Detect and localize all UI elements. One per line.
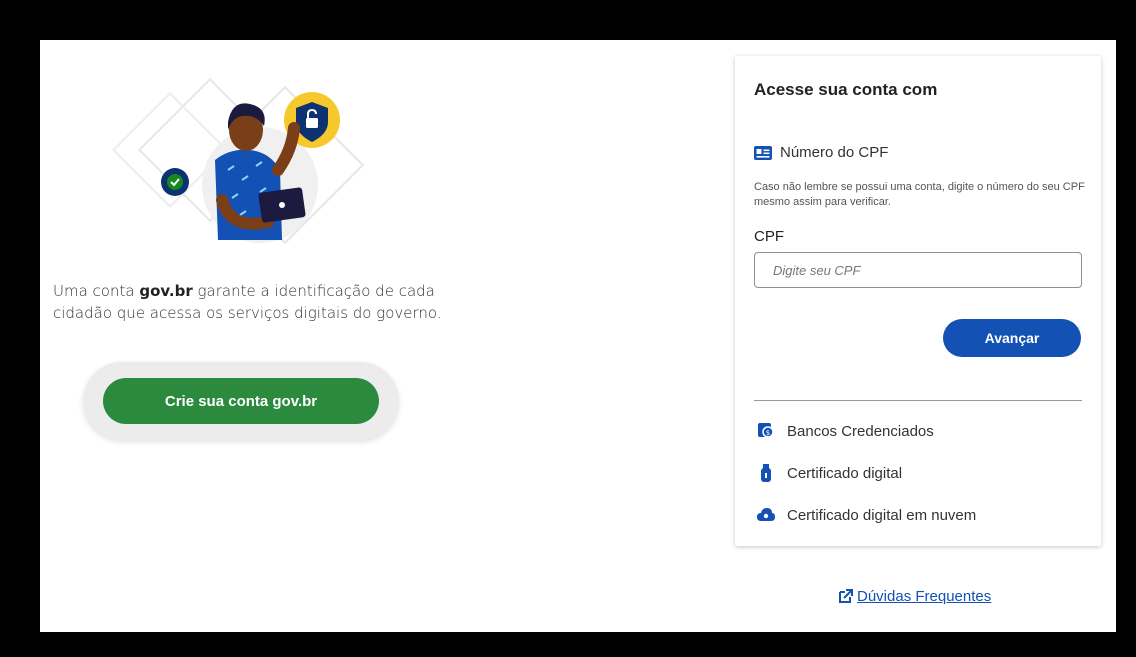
faq-link-label: Dúvidas Frequentes <box>857 588 992 605</box>
usb-token-icon <box>757 464 775 482</box>
next-button[interactable]: Avançar <box>943 319 1081 357</box>
external-link-icon <box>839 589 853 603</box>
cpf-hint: Caso não lembre se possui uma conta, dig… <box>754 181 1085 208</box>
cpf-input[interactable] <box>754 252 1082 288</box>
cpf-field-label: CPF <box>754 228 784 245</box>
bank-icon: $ <box>757 422 775 440</box>
divider <box>754 400 1082 401</box>
create-account-button[interactable]: Crie sua conta gov.br <box>103 378 379 424</box>
login-card: Acesse sua conta com Número do CPF Caso … <box>735 56 1101 546</box>
person-with-laptop-illustration <box>112 77 365 245</box>
create-account-container: Crie sua conta gov.br <box>83 362 399 440</box>
gov-br-description: Uma conta gov.br garante a identificação… <box>53 280 453 324</box>
id-card-icon <box>754 145 772 160</box>
cpf-option[interactable]: Número do CPF <box>754 144 888 161</box>
alt-login-cloud-certificate[interactable]: Certificado digital em nuvem <box>757 506 976 524</box>
alt-login-label: Certificado digital em nuvem <box>787 506 977 524</box>
brand-name: gov.br <box>139 282 193 300</box>
card-title: Acesse sua conta com <box>754 80 938 99</box>
alt-login-label: Bancos Credenciados <box>787 422 934 440</box>
faq-link[interactable]: Dúvidas Frequentes <box>838 588 991 605</box>
alt-login-banks[interactable]: $ Bancos Credenciados <box>757 422 934 440</box>
alt-login-digital-certificate[interactable]: Certificado digital <box>757 464 902 482</box>
cpf-option-label: Número do CPF <box>780 144 889 161</box>
alt-login-label: Certificado digital <box>787 464 903 482</box>
login-page: Uma conta gov.br garante a identificação… <box>40 40 1116 632</box>
intro-text: Uma conta <box>53 282 140 300</box>
svg-text:$: $ <box>766 429 770 437</box>
cloud-certificate-icon <box>757 506 775 524</box>
